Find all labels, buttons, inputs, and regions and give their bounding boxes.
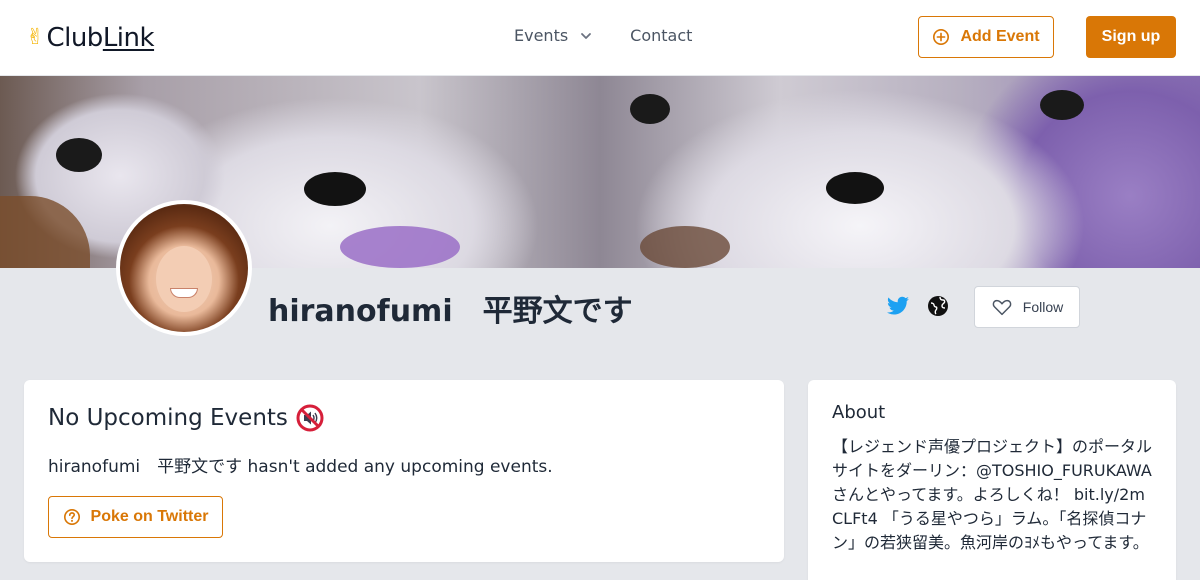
banner-plush-nose	[304, 172, 366, 206]
heart-icon	[992, 299, 1012, 316]
profile-avatar	[116, 200, 252, 336]
logo-link-word: Link	[102, 23, 155, 53]
logo-text: ClubLink	[46, 23, 154, 53]
upcoming-events-card: No Upcoming Events hiranofumi 平野文です hasn…	[24, 380, 784, 562]
banner-plush-eye	[1040, 90, 1084, 120]
victory-hand-icon: ✌	[26, 25, 45, 50]
chevron-down-icon	[581, 32, 592, 39]
plus-circle-icon	[933, 28, 950, 46]
no-events-message: hiranofumi 平野文です hasn't added any upcomi…	[48, 457, 553, 477]
banner-plush-eye	[630, 94, 670, 124]
follow-button[interactable]: Follow	[974, 286, 1080, 328]
banner-plush-ribbon	[340, 226, 460, 268]
nav-events-label: Events	[514, 26, 569, 45]
about-text: 【レジェンド声優プロジェクト】のポータルサイトをダーリン：@TOSHIO_FUR…	[832, 437, 1153, 552]
nav-contact-label: Contact	[630, 26, 693, 45]
add-event-button[interactable]: Add Event	[918, 16, 1054, 58]
avatar-face	[156, 246, 212, 312]
twitter-icon[interactable]	[886, 294, 910, 318]
muted-speaker-icon	[296, 404, 324, 432]
events-card-title: No Upcoming Events	[48, 404, 760, 432]
about-title: About	[832, 402, 886, 423]
signup-label: Sign up	[1101, 28, 1161, 45]
about-card: About 【レジェンド声優プロジェクト】のポータルサイトをダーリン：@TOSH…	[808, 380, 1176, 580]
clublink-logo[interactable]: ✌ ClubLink	[26, 22, 155, 54]
profile-name: hiranofumi 平野文です	[268, 294, 633, 329]
poke-on-twitter-button[interactable]: Poke on Twitter	[48, 496, 223, 538]
globe-icon[interactable]	[926, 294, 950, 318]
question-circle-icon	[63, 508, 80, 526]
main-nav: Events Contact	[514, 26, 692, 45]
add-event-label: Add Event	[960, 28, 1040, 45]
nav-events[interactable]: Events	[514, 26, 592, 45]
avatar-photo	[120, 204, 248, 332]
poke-label: Poke on Twitter	[90, 508, 209, 525]
banner-plush-eye	[56, 138, 102, 172]
events-card-title-text: No Upcoming Events	[48, 405, 288, 431]
banner-plush-ribbon	[0, 196, 90, 268]
follow-label: Follow	[1022, 299, 1064, 315]
logo-prefix: Club	[46, 23, 103, 53]
nav-contact[interactable]: Contact	[630, 26, 692, 45]
top-navbar: ✌ ClubLink Events Contact Add Event Sign…	[0, 0, 1200, 76]
banner-plush-ribbon	[640, 226, 730, 268]
banner-plush-nose	[826, 172, 884, 204]
signup-button[interactable]: Sign up	[1086, 16, 1176, 58]
